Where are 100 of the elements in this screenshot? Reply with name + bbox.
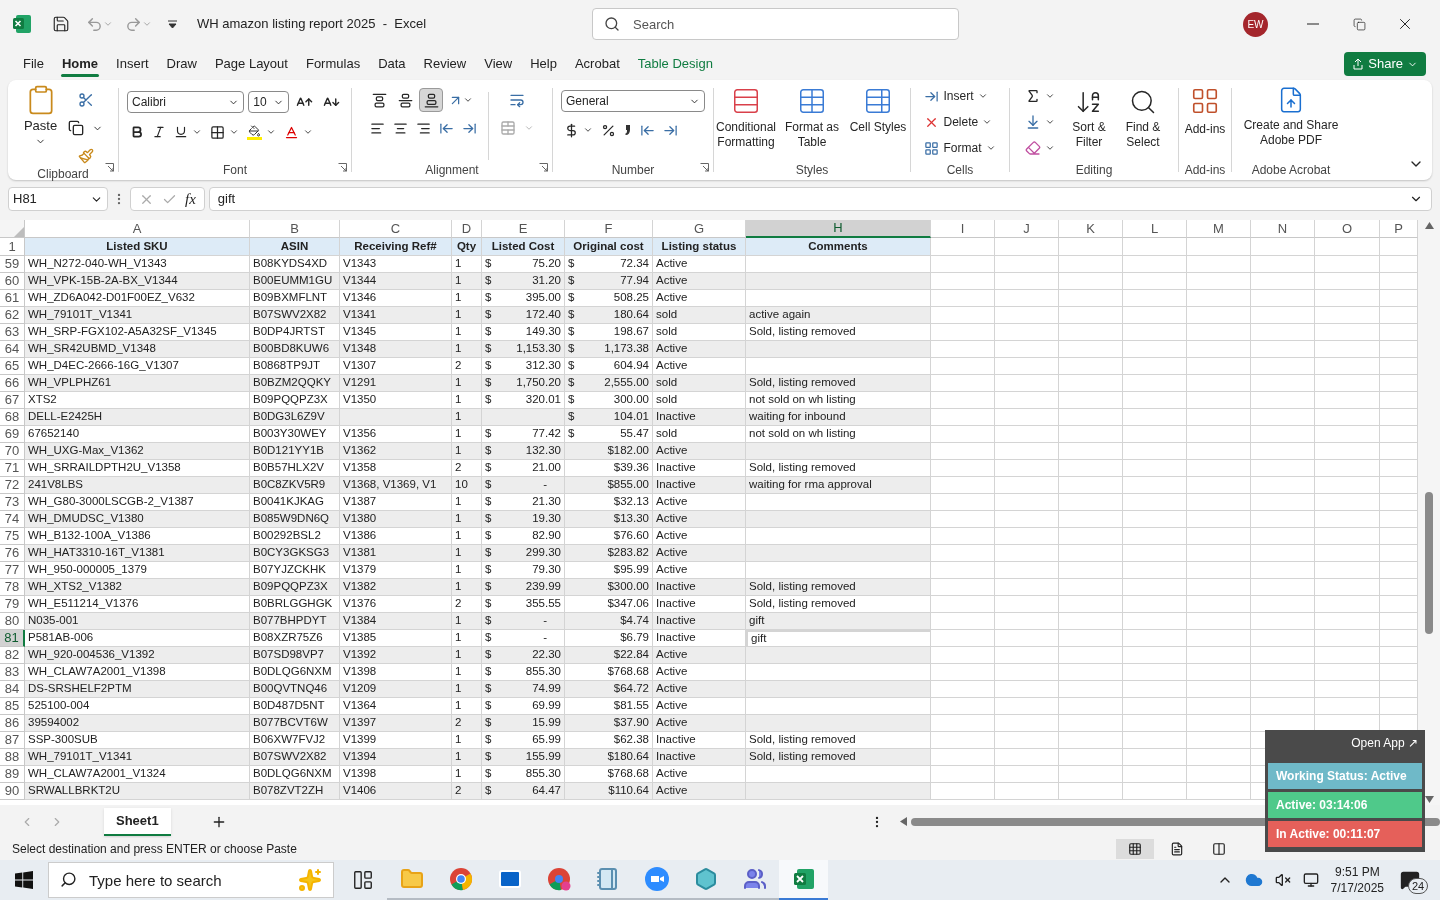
search-field[interactable]: Search bbox=[592, 8, 960, 40]
row-number[interactable]: 69 bbox=[0, 426, 25, 443]
ribbon-tab[interactable]: File bbox=[14, 48, 53, 80]
column-header[interactable]: M bbox=[1187, 220, 1251, 238]
font-size-dropdown[interactable]: 10 bbox=[248, 91, 289, 113]
number-format-dropdown[interactable]: General bbox=[561, 90, 705, 112]
vertical-align-button[interactable] bbox=[419, 88, 443, 112]
row-number[interactable]: 62 bbox=[0, 307, 25, 324]
paste-button[interactable]: Paste bbox=[19, 84, 62, 147]
style-button[interactable]: Cell Styles bbox=[847, 86, 909, 164]
font-family-dropdown[interactable]: Calibri bbox=[127, 91, 245, 113]
row-number[interactable]: 81 bbox=[0, 630, 25, 647]
style-button[interactable]: Conditional Formatting bbox=[715, 86, 777, 164]
row-number[interactable]: 72 bbox=[0, 477, 25, 494]
cells-button[interactable]: Format bbox=[924, 136, 996, 160]
column-header[interactable]: D bbox=[452, 220, 482, 238]
cells-button[interactable]: Insert bbox=[924, 84, 996, 108]
scroll-down-icon[interactable] bbox=[1424, 796, 1434, 803]
save-icon[interactable] bbox=[52, 15, 70, 33]
row-number[interactable]: 68 bbox=[0, 409, 25, 426]
name-box[interactable]: H81 bbox=[8, 187, 108, 211]
customize-toolbar-icon[interactable] bbox=[168, 19, 177, 29]
row-number[interactable]: 1 bbox=[0, 238, 25, 256]
column-header[interactable]: P bbox=[1380, 220, 1418, 238]
ribbon-tab[interactable]: Review bbox=[414, 48, 476, 80]
share-button[interactable]: Share bbox=[1344, 52, 1426, 76]
column-header[interactable]: F bbox=[565, 220, 653, 238]
row-number[interactable]: 71 bbox=[0, 460, 25, 477]
view-button[interactable] bbox=[1116, 839, 1154, 859]
formula-field[interactable]: gift bbox=[208, 187, 1432, 211]
row-number[interactable]: 61 bbox=[0, 290, 25, 307]
redo-icon[interactable] bbox=[125, 15, 142, 33]
row-number[interactable]: 82 bbox=[0, 647, 25, 664]
dialog-launcher-icon[interactable] bbox=[338, 163, 347, 172]
row-number[interactable]: 76 bbox=[0, 545, 25, 562]
style-button[interactable]: Format as Table bbox=[781, 86, 843, 164]
column-header[interactable]: I bbox=[931, 220, 995, 238]
row-number[interactable]: 90 bbox=[0, 783, 25, 800]
row-number[interactable]: 85 bbox=[0, 698, 25, 715]
dialog-launcher-icon[interactable] bbox=[700, 163, 709, 172]
row-number[interactable]: 89 bbox=[0, 766, 25, 783]
column-header[interactable]: B bbox=[250, 220, 340, 238]
dialog-launcher-icon[interactable] bbox=[105, 163, 114, 172]
ribbon-tab[interactable]: Home bbox=[52, 48, 108, 80]
scroll-up-icon[interactable] bbox=[1424, 222, 1434, 229]
undo-icon[interactable] bbox=[86, 15, 103, 33]
column-header[interactable]: A bbox=[25, 220, 250, 238]
taskbar-app[interactable] bbox=[779, 860, 828, 900]
row-number[interactable]: 79 bbox=[0, 596, 25, 613]
ribbon-tab[interactable]: View bbox=[475, 48, 522, 80]
ribbon-tab[interactable]: Help bbox=[521, 48, 566, 80]
row-number[interactable]: 64 bbox=[0, 341, 25, 358]
row-number[interactable]: 83 bbox=[0, 664, 25, 681]
row-number[interactable]: 60 bbox=[0, 273, 25, 290]
ribbon-tab[interactable]: Page Layout bbox=[205, 48, 297, 80]
column-header[interactable]: J bbox=[995, 220, 1059, 238]
row-number[interactable]: 73 bbox=[0, 494, 25, 511]
row-number[interactable]: 80 bbox=[0, 613, 25, 630]
column-header[interactable]: E bbox=[482, 220, 565, 238]
clock-time[interactable]: 9:51 PM bbox=[1334, 864, 1380, 880]
dialog-launcher-icon[interactable] bbox=[539, 163, 548, 172]
ribbon-tab[interactable]: Formulas bbox=[296, 48, 370, 80]
user-avatar[interactable]: EW bbox=[1243, 11, 1268, 37]
open-app-link[interactable]: Open App ↗ bbox=[1351, 734, 1422, 752]
ribbon-tab[interactable]: Data bbox=[369, 48, 415, 80]
ribbon-tab[interactable]: Acrobat bbox=[565, 48, 629, 80]
column-header[interactable]: L bbox=[1123, 220, 1187, 238]
column-header[interactable]: G bbox=[653, 220, 746, 238]
taskbar-search-field[interactable]: Type here to search bbox=[48, 862, 334, 898]
cells-button[interactable]: Delete bbox=[924, 110, 996, 134]
editing-button[interactable]: Find & Select bbox=[1120, 84, 1166, 164]
row-number[interactable]: 77 bbox=[0, 562, 25, 579]
row-number[interactable]: 78 bbox=[0, 579, 25, 596]
scroll-left-icon[interactable] bbox=[900, 817, 907, 826]
insert-function-label[interactable]: fx bbox=[185, 187, 196, 211]
create-pdf-button[interactable]: Create and Share Adobe PDF bbox=[1232, 86, 1350, 164]
column-header[interactable]: O bbox=[1315, 220, 1380, 238]
scrollbar-thumb[interactable] bbox=[1425, 492, 1433, 634]
row-number[interactable]: 65 bbox=[0, 358, 25, 375]
row-number[interactable]: 74 bbox=[0, 511, 25, 528]
editing-button[interactable]: Sort & Filter bbox=[1066, 84, 1112, 164]
row-number[interactable]: 84 bbox=[0, 681, 25, 698]
ribbon-tab[interactable]: Draw bbox=[157, 48, 206, 80]
ribbon-tab[interactable]: Insert bbox=[107, 48, 158, 80]
row-number[interactable]: 70 bbox=[0, 443, 25, 460]
column-header[interactable]: N bbox=[1251, 220, 1315, 238]
row-number[interactable]: 66 bbox=[0, 375, 25, 392]
row-number[interactable]: 59 bbox=[0, 256, 25, 273]
ribbon-tab[interactable]: Table Design bbox=[628, 48, 722, 80]
row-number[interactable]: 86 bbox=[0, 715, 25, 732]
column-header[interactable]: K bbox=[1059, 220, 1123, 238]
row-number[interactable]: 87 bbox=[0, 732, 25, 749]
addins-button[interactable]: Add-ins bbox=[1184, 86, 1226, 164]
row-number[interactable]: 88 bbox=[0, 749, 25, 766]
row-number[interactable]: 67 bbox=[0, 392, 25, 409]
column-header[interactable]: C bbox=[340, 220, 452, 238]
column-header[interactable]: H bbox=[746, 220, 931, 238]
clock-date[interactable]: 7/17/2025 bbox=[1330, 880, 1384, 896]
sheet-tab[interactable]: Sheet1 bbox=[104, 807, 171, 836]
row-number[interactable]: 75 bbox=[0, 528, 25, 545]
